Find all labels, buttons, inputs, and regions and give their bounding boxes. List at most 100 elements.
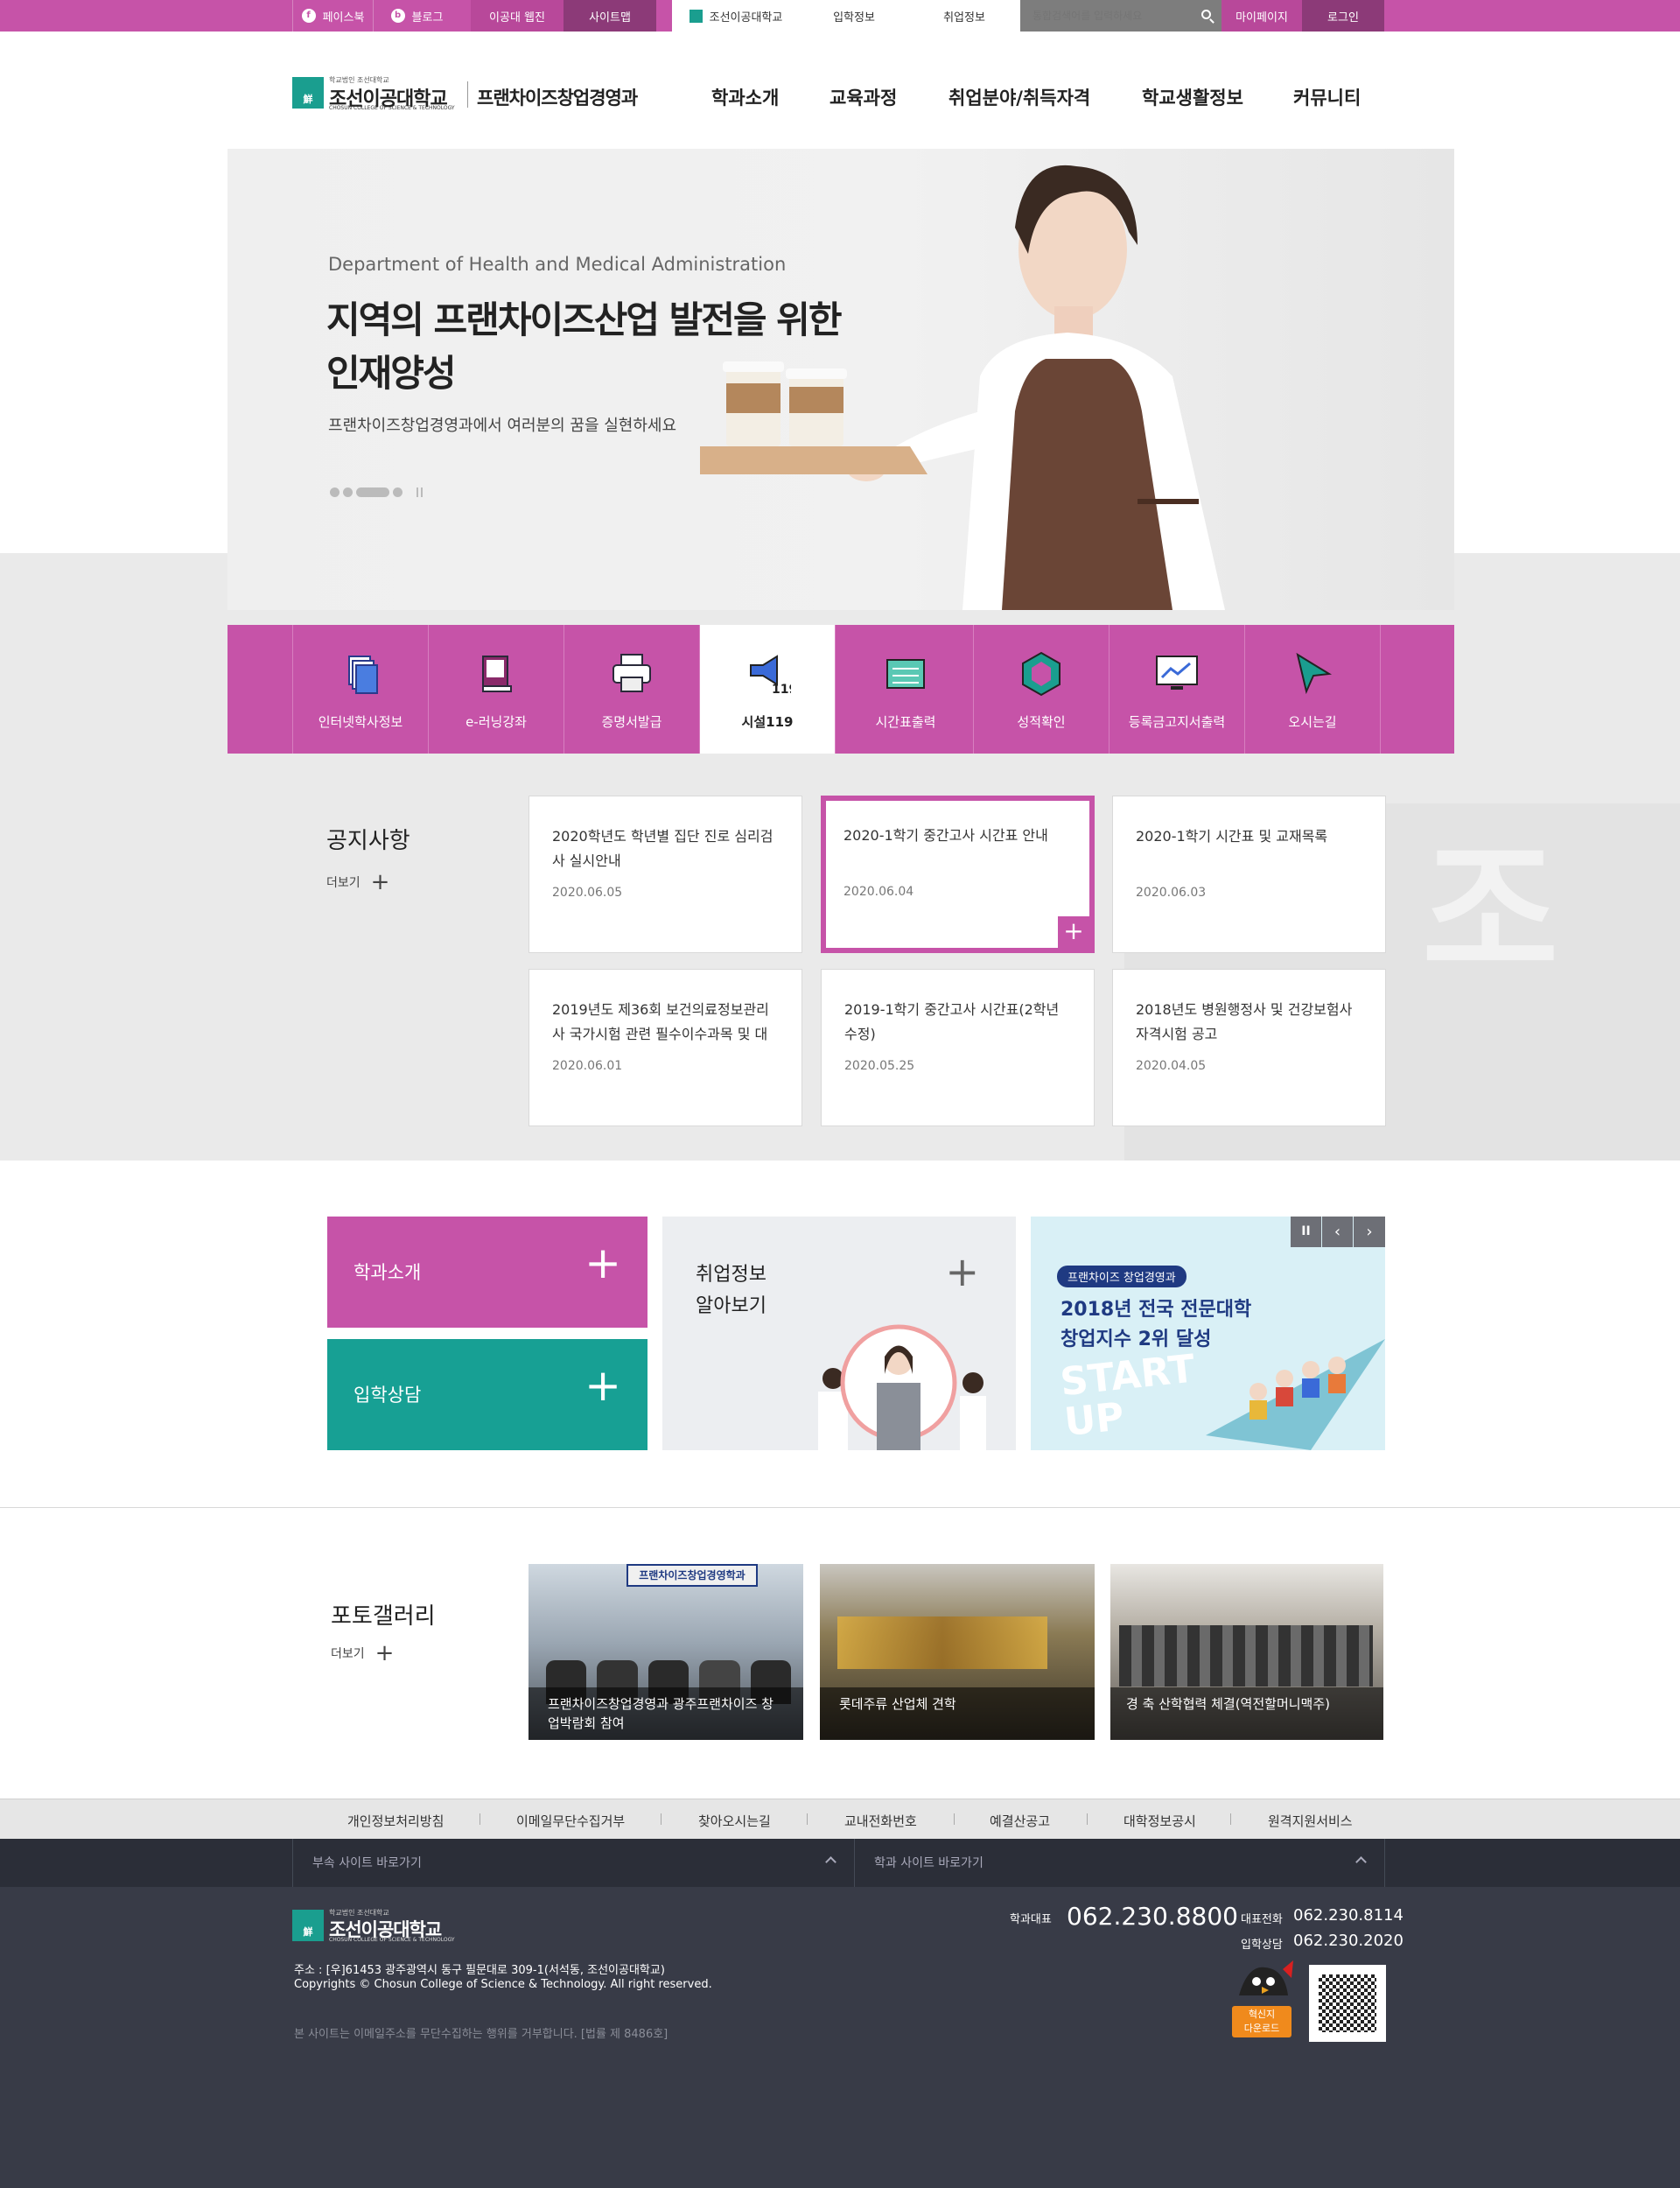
- nav-campus-life[interactable]: 학교생활정보: [1142, 84, 1243, 110]
- consult-button[interactable]: 입학상담 +: [327, 1339, 648, 1450]
- logo-divider: [467, 81, 468, 108]
- search-input[interactable]: [1032, 10, 1190, 22]
- dept-site-select[interactable]: 학과 사이트 바로가기: [855, 1839, 1385, 1887]
- footer-emblem-icon: 鮮: [292, 1910, 324, 1941]
- quick-label: e-러닝강좌: [466, 714, 527, 730]
- search-icon[interactable]: [1201, 10, 1211, 19]
- main-tel-label: 대표전화: [1241, 1913, 1283, 1926]
- gallery-item[interactable]: 경 축 산학협력 체결(역전할머니맥주): [1110, 1564, 1383, 1740]
- jobs-link[interactable]: 취업정보: [908, 0, 1020, 32]
- nav-careers[interactable]: 취업분야/취득자격: [948, 84, 1090, 110]
- notice-card[interactable]: 2020-1학기 시간표 및 교재목록 2020.06.03: [1112, 796, 1386, 953]
- gallery-title: 포토갤러리: [331, 1603, 436, 1630]
- megaphone-icon: 119: [750, 655, 791, 697]
- qr-code-icon[interactable]: [1309, 1965, 1386, 2042]
- gallery-item[interactable]: 롯데주류 산업체 견학: [820, 1564, 1095, 1740]
- notice-card[interactable]: 2018년도 병원행정사 및 건강보험사 자격시험 공고 2020.04.05: [1112, 969, 1386, 1126]
- nav-curriculum[interactable]: 교육과정: [830, 84, 897, 110]
- footer-link[interactable]: 대학정보공시: [1124, 1812, 1196, 1830]
- app-download-badge[interactable]: 혁신지 다운로드: [1230, 1960, 1293, 2039]
- banner-next-button[interactable]: ›: [1354, 1217, 1385, 1247]
- search-box[interactable]: [1020, 0, 1222, 32]
- notice-card[interactable]: 2020학년도 학년별 집단 진로 심리검사 실시안내 2020.06.05: [528, 796, 802, 953]
- job-info-panel[interactable]: 취업정보 알아보기 +: [662, 1217, 1016, 1450]
- notice-watermark: 조: [1422, 826, 1558, 999]
- footer-logo-en: CHOSUN COLLEGE OF SCIENCE & TECHNOLOGY: [329, 1937, 455, 1943]
- plus-icon: +: [370, 869, 390, 895]
- calendar-icon: [886, 659, 925, 689]
- photo-mural: [837, 1616, 1047, 1669]
- gallery-caption: 롯데주류 산업체 견학: [820, 1687, 1095, 1740]
- banner-pause-button[interactable]: II: [1291, 1217, 1321, 1247]
- top-bar: f 페이스북 b 블로그 이공대 웹진 사이트맵 조선이공대학교 입학정보 취업정보…: [0, 0, 1680, 32]
- section-divider: [0, 1507, 1680, 1508]
- documents-icon: [348, 656, 378, 694]
- monitor-chart-icon: [1156, 656, 1198, 690]
- footer-link[interactable]: 이메일무단수집거부: [516, 1812, 625, 1830]
- dept-intro-button[interactable]: 학과소개 +: [327, 1217, 648, 1328]
- footer-link[interactable]: 원격지원서비스: [1268, 1812, 1353, 1830]
- footer-sep: [954, 1813, 955, 1825]
- plus-icon: +: [374, 1640, 395, 1666]
- footer-address: 주소 : [우]61453 광주광역시 동구 필문대로 309-1(서석동, 조…: [294, 1964, 665, 1977]
- banner-prev-button[interactable]: ‹: [1322, 1217, 1353, 1247]
- login-link[interactable]: 로그인: [1302, 0, 1384, 32]
- quick-menu-spacer: [228, 625, 293, 754]
- dept-name[interactable]: 프랜차이즈창업경영과: [477, 84, 638, 110]
- quick-label: 인터넷학사정보: [318, 714, 403, 730]
- notice-card[interactable]: 2019-1학기 중간고사 시간표(2학년 수정) 2020.05.25: [821, 969, 1095, 1126]
- quick-elearning[interactable]: e-러닝강좌: [429, 625, 564, 754]
- blog-icon: b: [390, 9, 405, 23]
- quick-timetable[interactable]: 시간표출력: [838, 625, 974, 754]
- banner-tag: 프랜차이즈 창업경영과: [1057, 1266, 1186, 1287]
- quick-academic-info[interactable]: 인터넷학사정보: [293, 625, 429, 754]
- webzine-link[interactable]: 이공대 웹진: [471, 0, 564, 32]
- pager-dot[interactable]: [330, 487, 340, 497]
- blog-link[interactable]: b 블로그: [373, 0, 460, 32]
- nav-dept-intro[interactable]: 학과소개: [711, 84, 779, 110]
- univ-link[interactable]: 조선이공대학교: [672, 0, 800, 32]
- quick-grades[interactable]: 성적확인: [974, 625, 1110, 754]
- notice-plus-icon[interactable]: +: [1058, 916, 1089, 948]
- notice-card[interactable]: 2019년도 제36회 보건의료정보관리사 국가시험 관련 필수이수과목 및 대…: [528, 969, 802, 1126]
- pager-dot[interactable]: [343, 487, 353, 497]
- pager-dot-active[interactable]: [356, 487, 389, 497]
- quick-facility-119[interactable]: 119 시설119: [700, 625, 836, 754]
- sitemap-link[interactable]: 사이트맵: [564, 0, 656, 32]
- notice-card-active[interactable]: 2020-1학기 중간고사 시간표 안내 2020.06.04 +: [821, 796, 1095, 953]
- footer-link[interactable]: 개인정보처리방침: [347, 1812, 444, 1830]
- footer-link[interactable]: 교내전화번호: [844, 1812, 917, 1830]
- univ-emblem-icon[interactable]: 鮮: [292, 77, 324, 109]
- affiliated-site-select[interactable]: 부속 사이트 바로가기: [292, 1839, 855, 1887]
- gallery-more[interactable]: 더보기 +: [331, 1642, 394, 1665]
- plus-icon: +: [584, 1238, 621, 1288]
- printer-icon: [612, 654, 651, 692]
- notice-title: 공지사항: [326, 828, 410, 854]
- cursor-arrow-icon: [1296, 652, 1333, 695]
- footer-link[interactable]: 예결산공고: [990, 1812, 1050, 1830]
- pause-icon[interactable]: [416, 487, 423, 497]
- hero-pager: [330, 487, 423, 497]
- qr-pattern: [1319, 1974, 1376, 2032]
- pager-dot[interactable]: [393, 487, 402, 497]
- facebook-link[interactable]: f 페이스북: [292, 0, 373, 32]
- footer-link[interactable]: 찾아오시는길: [698, 1812, 771, 1830]
- mypage-link[interactable]: 마이페이지: [1222, 0, 1302, 32]
- quick-label: 시간표출력: [875, 714, 936, 730]
- footer-sep: [807, 1813, 808, 1825]
- footer-main: [0, 1887, 1680, 2188]
- hexagon-icon: [1022, 651, 1060, 697]
- quick-tuition[interactable]: 등록금고지서출력: [1110, 625, 1245, 754]
- footer-sep: [1230, 1813, 1231, 1825]
- nav-community[interactable]: 커뮤니티: [1293, 84, 1361, 110]
- quick-directions[interactable]: 오시는길: [1245, 625, 1381, 754]
- dept-tel: 062.230.8800: [1067, 1902, 1238, 1931]
- gallery-item[interactable]: 프랜차이즈창업경영학과 프랜차이즈창업경영과 광주프랜차이즈 창업박람회 참여: [528, 1564, 803, 1740]
- quick-certificate[interactable]: 증명서발급: [564, 625, 700, 754]
- hero-title-line2: 인재양성: [326, 352, 457, 395]
- notice-more[interactable]: 더보기 +: [326, 871, 389, 894]
- admission-link[interactable]: 입학정보: [800, 0, 908, 32]
- startup-banner[interactable]: 프랜차이즈 창업경영과 2018년 전국 전문대학 창업지수 2위 달성 STA…: [1031, 1217, 1385, 1450]
- hero-banner: Department of Health and Medical Adminis…: [228, 149, 1454, 610]
- chevron-up-icon: [1355, 1856, 1367, 1868]
